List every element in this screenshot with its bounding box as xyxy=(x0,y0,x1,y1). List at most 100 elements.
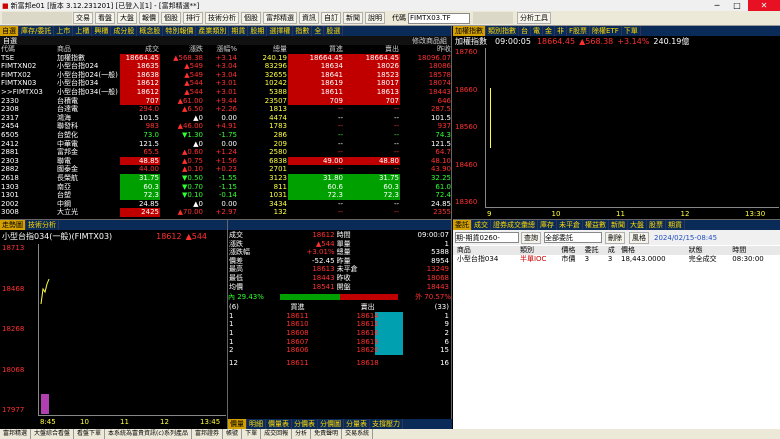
quote-header-3[interactable]: 漲跌 xyxy=(160,45,204,54)
quote-tab-12[interactable]: 指數 xyxy=(293,26,313,36)
order-header-cell[interactable]: 類別 xyxy=(519,246,560,255)
book-row[interactable]: 1 18611 18614 1 xyxy=(228,311,450,321)
order-tab-7[interactable]: 大盤 xyxy=(628,220,647,230)
menu-custom[interactable]: 自訂 xyxy=(321,12,341,24)
menu-news[interactable]: 新聞 xyxy=(343,12,363,24)
quote-tab-4[interactable]: 興櫃 xyxy=(92,26,112,36)
book-row[interactable]: 1 18610 18615 9 xyxy=(228,320,450,329)
quote-row[interactable]: 2412 中華電 121.5 ▲0 0.00 209 -- -- 121.5 xyxy=(0,140,452,149)
menu-watch[interactable]: 看盤 xyxy=(95,12,115,24)
quote-tab-13[interactable]: 全 xyxy=(312,26,325,36)
quote-header-1[interactable]: 商品 xyxy=(56,45,120,54)
index-tab-1[interactable]: 類別指數 xyxy=(486,26,519,36)
account-select[interactable]: 期-期貨0260- xyxy=(455,232,519,243)
quote-row[interactable]: 2330 台積電 707 ▲61.00 +9.44 23507 709 707 646 xyxy=(0,96,452,106)
quote-row[interactable]: 2303 聯電 48.85 ▲0.75 +1.56 6838 49.00 48.80 48.10 xyxy=(0,156,452,166)
quote-header-4[interactable]: 漲幅% xyxy=(204,45,238,54)
detail-tab-6[interactable]: 支撐壓力 xyxy=(370,419,403,429)
detail-tab-2[interactable]: 價量表 xyxy=(266,419,292,429)
quote-tab-1[interactable]: 庫存/委託 xyxy=(19,26,55,36)
quote-tab-10[interactable]: 股期 xyxy=(248,26,268,36)
quote-header-5[interactable]: 總量 xyxy=(238,45,288,54)
status-item-7[interactable]: 成交回報 xyxy=(261,429,293,439)
menu-technical[interactable]: 技術分析 xyxy=(205,12,239,24)
quote-row[interactable]: 1303 南亞 60.3 ▼0.70 -1.15 811 60.6 60.3 61.0 xyxy=(0,182,452,192)
order-tab-4[interactable]: 未平倉 xyxy=(557,220,583,230)
detail-tab-3[interactable]: 分價表 xyxy=(292,419,318,429)
index-tab-7[interactable]: 除權ETF xyxy=(590,26,622,36)
minimize-button[interactable]: ─ xyxy=(708,0,726,11)
minute-tab-0[interactable]: 走勢圖 xyxy=(0,220,26,230)
quote-row[interactable]: 3008 大立光 2425 ▲70.00 +2.97 132 -- -- 2355 xyxy=(0,208,452,217)
style-button[interactable]: 風格 xyxy=(629,231,649,244)
quote-row[interactable]: 6505 台塑化 73.0 ▼1.30 -1.75 286 -- -- 74.3 xyxy=(0,131,452,140)
index-chart-area[interactable] xyxy=(485,48,779,208)
menu-ranking[interactable]: 排行 xyxy=(183,12,203,24)
status-item-2[interactable]: 看盤下單 xyxy=(74,429,106,439)
status-item-8[interactable]: 分析 xyxy=(292,429,312,439)
detail-tab-4[interactable]: 分價圖 xyxy=(318,419,344,429)
order-tab-0[interactable]: 委託 xyxy=(453,220,472,230)
book-row[interactable]: 1 18607 18619 6 xyxy=(228,337,450,347)
quote-tab-0[interactable]: 自選 xyxy=(0,26,19,36)
delete-button[interactable]: 刪除 xyxy=(605,231,625,244)
quote-header-7[interactable]: 賣出 xyxy=(344,45,400,54)
order-header-cell[interactable]: 時間 xyxy=(731,246,780,255)
query-button[interactable]: 查詢 xyxy=(521,231,541,244)
status-item-0[interactable]: 富邦精選 xyxy=(0,429,32,439)
status-item-1[interactable]: 大盤綜合看盤 xyxy=(31,429,75,439)
quote-tab-5[interactable]: 成分股 xyxy=(111,26,138,36)
book-row[interactable]: 1 18608 18616 2 xyxy=(228,328,450,338)
menu-stock2[interactable]: 個股 xyxy=(241,12,261,24)
status-item-10[interactable]: 交易系統 xyxy=(342,429,374,439)
quote-row[interactable]: 2317 鴻海 101.5 ▲0 0.00 4474 -- -- 101.5 xyxy=(0,114,452,123)
edit-group-button[interactable]: 修改商品組 xyxy=(412,36,447,46)
quote-header-8[interactable]: 昨收 xyxy=(400,45,452,54)
menu-fubon-select[interactable]: 富邦精選 xyxy=(263,12,297,24)
menu-stock[interactable]: 個股 xyxy=(161,12,181,24)
index-tab-3[interactable]: 電 xyxy=(531,26,543,36)
quote-row[interactable]: FIMTXN02 小型台指024 18635 ▲549 +3.04 83296 18634 1… xyxy=(0,62,452,71)
detail-tab-5[interactable]: 分量表 xyxy=(344,419,370,429)
quote-row[interactable]: TSE 加權指數 18664.45 ▲568.38 +3.14 240.19 18664.4… xyxy=(0,53,452,63)
quote-row[interactable]: >>FIMTX03 小型台指034(一般) 18612 ▲544 +3.01 5388 18… xyxy=(0,87,452,97)
order-header-cell[interactable]: 價格 xyxy=(620,246,688,255)
quote-row[interactable]: 2618 長榮航 31.75 ▼0.50 -1.55 3123 31.80 31.75 32.2… xyxy=(0,173,452,183)
menu-info[interactable]: 資訊 xyxy=(299,12,319,24)
minute-tab-1[interactable]: 技術分析 xyxy=(26,220,59,230)
quote-row[interactable]: 2881 富邦金 65.5 ▲0.60 +1.24 2580 -- -- 64.7 xyxy=(0,148,452,157)
minute-chart-area[interactable] xyxy=(38,244,226,416)
status-item-5[interactable]: 帳號 xyxy=(223,429,243,439)
quote-row[interactable]: FIMTX02 小型台指024(一般) 18638 ▲549 +3.04 32655 186… xyxy=(0,70,452,80)
quote-row[interactable]: FIMTXN03 小型台指034 18612 ▲544 +3.01 10242 18619 1… xyxy=(0,79,452,88)
menu-quote[interactable]: 報價 xyxy=(139,12,159,24)
status-item-4[interactable]: 富邦證券 xyxy=(192,429,224,439)
detail-tab-0[interactable]: 價量 xyxy=(228,419,247,429)
quote-tab-11[interactable]: 選擇權 xyxy=(267,26,294,36)
index-tab-4[interactable]: 金 xyxy=(543,26,555,36)
index-tab-2[interactable]: 台 xyxy=(519,26,531,36)
quote-header-6[interactable]: 買進 xyxy=(288,45,344,54)
quote-row[interactable]: 2308 台達電 294.0 ▲6.50 +2.26 1813 -- -- 287.5 xyxy=(0,105,452,114)
index-tab-6[interactable]: F股票 xyxy=(567,26,591,36)
book-row[interactable]: 2 18606 18620 15 xyxy=(228,346,450,355)
order-header-cell[interactable]: 狀態 xyxy=(688,246,732,255)
quote-tab-8[interactable]: 產業類別 xyxy=(196,26,230,36)
detail-tab-1[interactable]: 明細 xyxy=(247,419,266,429)
quote-tab-7[interactable]: 特別報價 xyxy=(163,26,197,36)
quote-tab-14[interactable]: 股選 xyxy=(324,26,344,36)
quote-tab-3[interactable]: 上櫃 xyxy=(73,26,93,36)
order-tab-5[interactable]: 權益數 xyxy=(583,220,609,230)
order-tab-1[interactable]: 成交 xyxy=(472,220,491,230)
order-header-cell[interactable]: 委託 xyxy=(584,246,607,255)
order-tab-6[interactable]: 新聞 xyxy=(609,220,628,230)
quote-row[interactable]: 2002 中鋼 24.85 ▲0 0.00 3434 -- -- 24.85 xyxy=(0,200,452,209)
order-header-cell[interactable]: 成 xyxy=(607,246,620,255)
index-tab-5[interactable]: 非 xyxy=(555,26,567,36)
quote-row[interactable]: 2454 聯發科 983 ▲46.00 +4.91 1783 -- -- 937 xyxy=(0,122,452,131)
maximize-button[interactable]: □ xyxy=(728,0,746,11)
status-item-9[interactable]: 免責聲明 xyxy=(311,429,343,439)
quote-tab-6[interactable]: 概念股 xyxy=(137,26,164,36)
analysis-tools-button[interactable]: 分析工具 xyxy=(517,12,551,24)
order-row[interactable]: 小型台指034 半單IOC 市價 3 3 18,443.0000 完全成交 08:30:00 xyxy=(453,255,780,264)
